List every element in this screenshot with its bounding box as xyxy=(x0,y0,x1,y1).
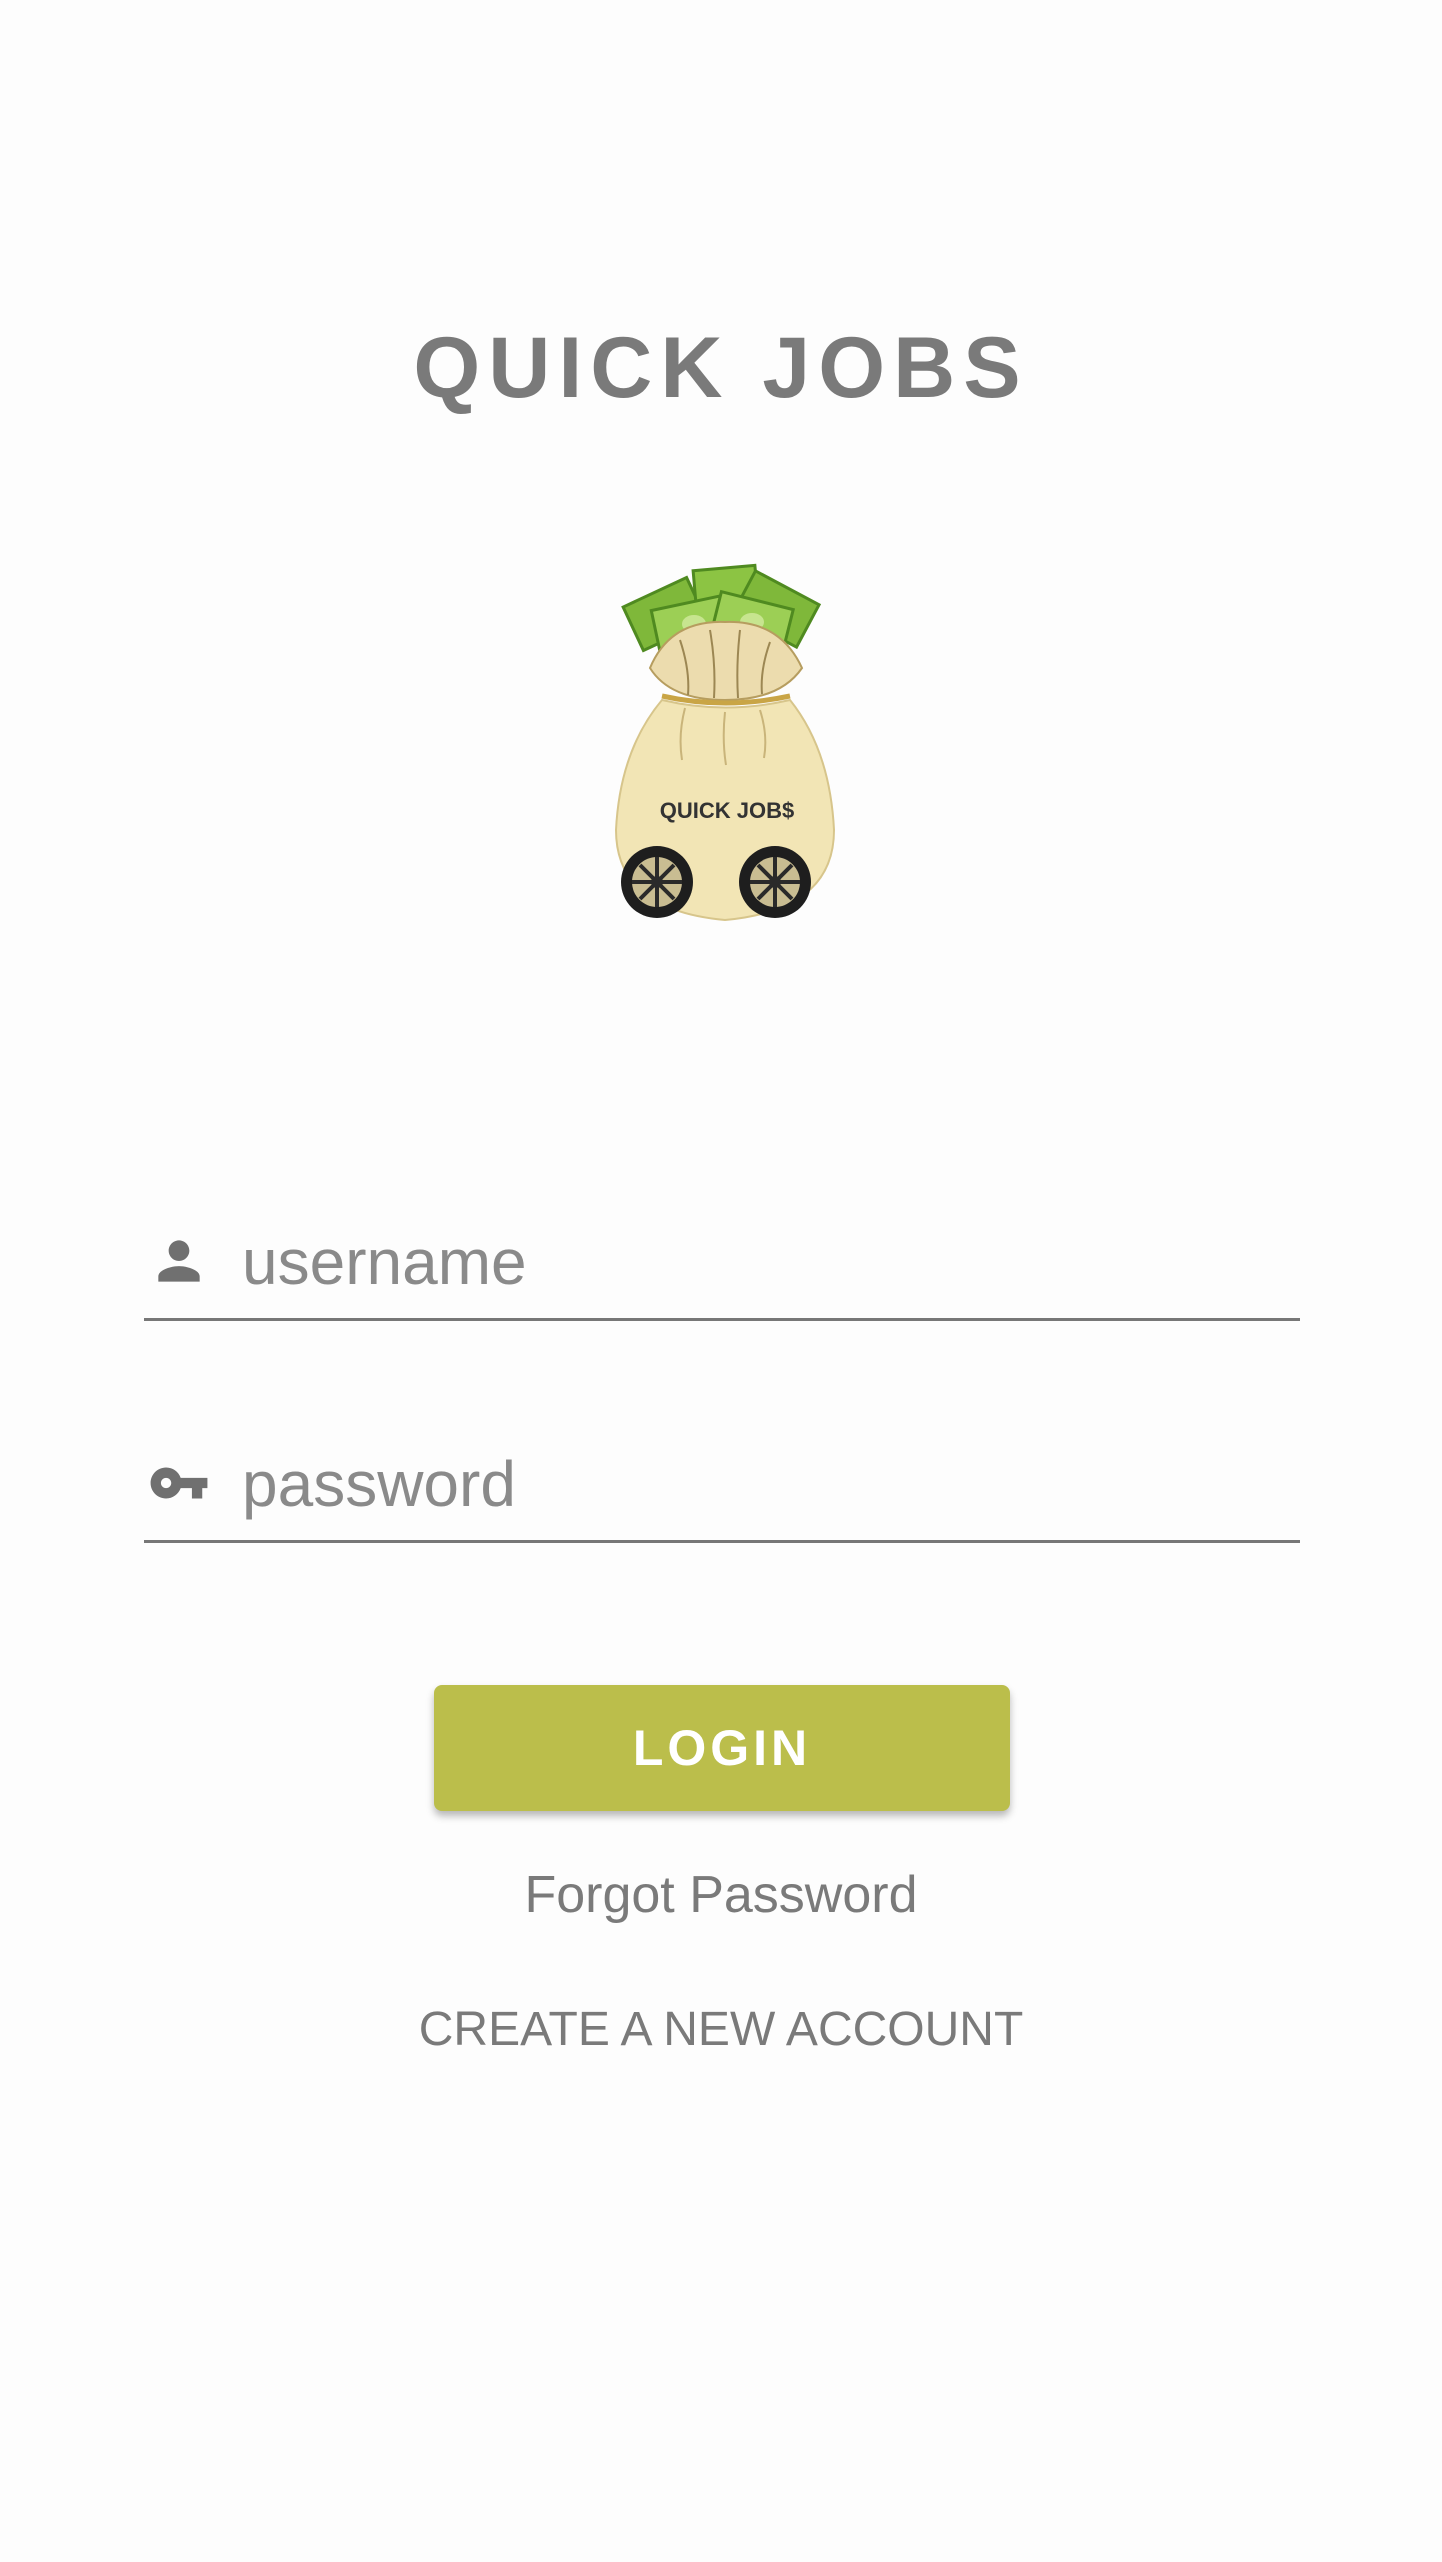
person-icon xyxy=(158,1240,200,1282)
money-bag-logo: QUICK JOB$ xyxy=(614,563,836,922)
left-wheel xyxy=(621,846,693,918)
login-button[interactable]: LOGIN xyxy=(434,1685,1010,1811)
login-screen: QUICK JOBS QUICK JOB$ username LOGIN For… xyxy=(0,0,1442,2562)
username-field xyxy=(144,1208,1300,1321)
password-field xyxy=(144,1430,1300,1543)
logo-text: QUICK JOB$ xyxy=(660,798,794,823)
app-title: QUICK JOBS xyxy=(413,320,1029,416)
key-icon xyxy=(150,1467,208,1499)
password-input[interactable] xyxy=(242,1436,1282,1532)
forgot-password-link[interactable]: Forgot Password xyxy=(0,1860,1442,1930)
right-wheel xyxy=(739,846,811,918)
create-account-link[interactable]: CREATE A NEW ACCOUNT xyxy=(0,1995,1442,2065)
username-input[interactable] xyxy=(242,1214,1282,1310)
